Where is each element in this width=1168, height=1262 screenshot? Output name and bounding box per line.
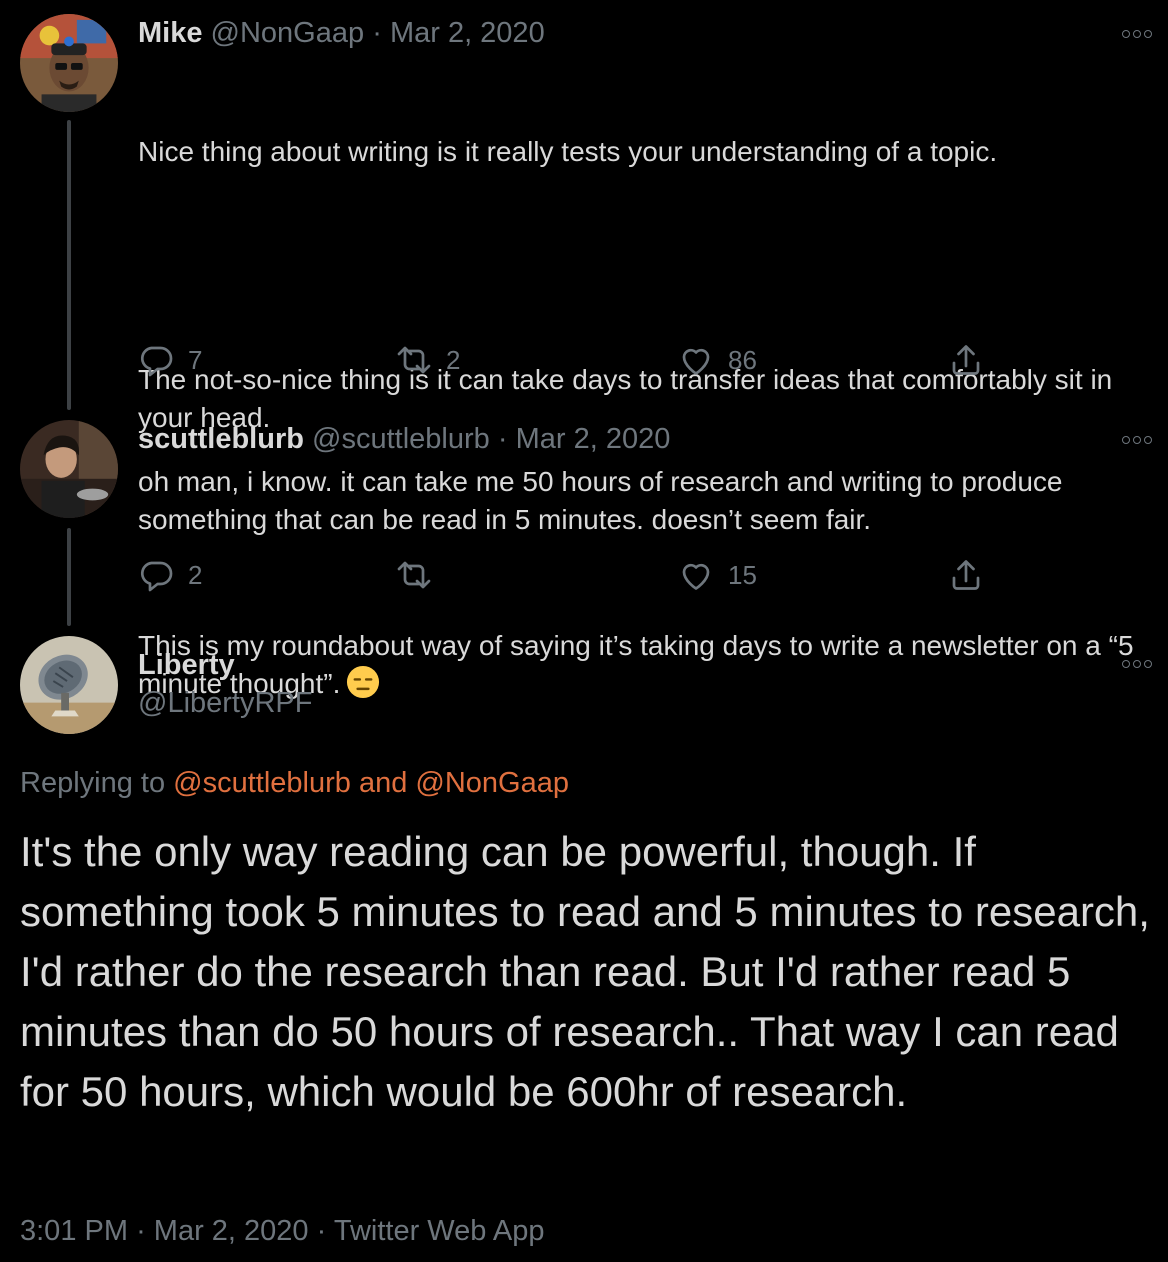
like-count: 15 bbox=[728, 559, 757, 590]
tweet-date[interactable]: Mar 2, 2020 bbox=[516, 423, 671, 455]
tweet-source[interactable]: Twitter Web App bbox=[334, 1215, 545, 1247]
share-icon bbox=[952, 345, 980, 375]
like-button[interactable]: 15 bbox=[678, 557, 757, 593]
separator: · bbox=[372, 17, 382, 49]
tweet-date[interactable]: Mar 2, 2020 bbox=[390, 17, 545, 49]
tweet-actions: 2 15 bbox=[138, 557, 998, 597]
author-handle[interactable]: @LibertyRPF bbox=[138, 685, 312, 721]
avatar[interactable] bbox=[20, 14, 118, 112]
thread-line bbox=[67, 528, 71, 626]
mention-joiner: and bbox=[358, 767, 408, 799]
reply-icon bbox=[140, 561, 173, 592]
like-icon bbox=[682, 348, 710, 375]
share-button[interactable] bbox=[948, 557, 984, 593]
main-tweet-text: It's the only way reading can be powerfu… bbox=[20, 828, 1150, 1115]
mention-link[interactable]: @scuttleblurb bbox=[173, 767, 351, 799]
like-icon bbox=[682, 563, 710, 590]
replying-to: Replying to @scuttleblurb and @NonGaap bbox=[20, 765, 569, 801]
tweet-text: Nice thing about writing is it really te… bbox=[138, 57, 1163, 741]
retweet-icon bbox=[397, 561, 431, 589]
like-count: 86 bbox=[728, 344, 757, 375]
author-handle[interactable]: @scuttleblurb bbox=[312, 423, 490, 455]
expressionless-face-emoji bbox=[347, 665, 380, 699]
replying-prefix: Replying to bbox=[20, 767, 166, 799]
reply-count: 2 bbox=[188, 559, 203, 590]
reply-icon bbox=[140, 346, 173, 377]
like-button[interactable]: 86 bbox=[678, 342, 757, 378]
retweet-button[interactable]: 2 bbox=[396, 342, 460, 378]
tweet-text: oh man, i know. it can take me 50 hours … bbox=[138, 466, 1071, 535]
more-icon[interactable] bbox=[1120, 654, 1154, 674]
tweet-date[interactable]: Mar 2, 2020 bbox=[154, 1215, 309, 1247]
author-handle[interactable]: @NonGaap bbox=[211, 17, 365, 49]
tweet-actions: 7 2 86 bbox=[138, 342, 998, 382]
retweet-count: 2 bbox=[446, 344, 461, 375]
tweet-footer: 3:01 PM · Mar 2, 2020 · Twitter Web App bbox=[20, 1212, 544, 1250]
reply-button[interactable]: 2 bbox=[138, 557, 202, 593]
tweet-header: scuttleblurb @scuttleblurb · Mar 2, 2020 bbox=[138, 421, 670, 457]
author-name[interactable]: Mike bbox=[138, 17, 202, 49]
author-name[interactable]: scuttleblurb bbox=[138, 423, 304, 455]
more-icon[interactable] bbox=[1120, 430, 1154, 450]
avatar[interactable] bbox=[20, 420, 118, 518]
tweet-paragraph: Nice thing about writing is it really te… bbox=[138, 136, 998, 167]
tweet-header: Mike @NonGaap · Mar 2, 2020 bbox=[138, 15, 545, 51]
separator: · bbox=[497, 423, 508, 455]
tweet-time[interactable]: 3:01 PM bbox=[20, 1215, 128, 1247]
separator: · bbox=[316, 1215, 327, 1247]
thread-line bbox=[67, 120, 71, 410]
more-icon[interactable] bbox=[1120, 24, 1154, 44]
reply-button[interactable]: 7 bbox=[138, 342, 202, 378]
author-name[interactable]: Liberty bbox=[138, 647, 235, 683]
share-icon bbox=[952, 560, 980, 590]
separator: · bbox=[136, 1215, 146, 1247]
retweet-icon bbox=[397, 346, 431, 374]
mention-link[interactable]: @NonGaap bbox=[415, 767, 569, 799]
retweet-button[interactable] bbox=[396, 557, 446, 593]
reply-count: 7 bbox=[188, 344, 203, 375]
share-button[interactable] bbox=[948, 342, 984, 378]
avatar[interactable] bbox=[20, 636, 118, 734]
